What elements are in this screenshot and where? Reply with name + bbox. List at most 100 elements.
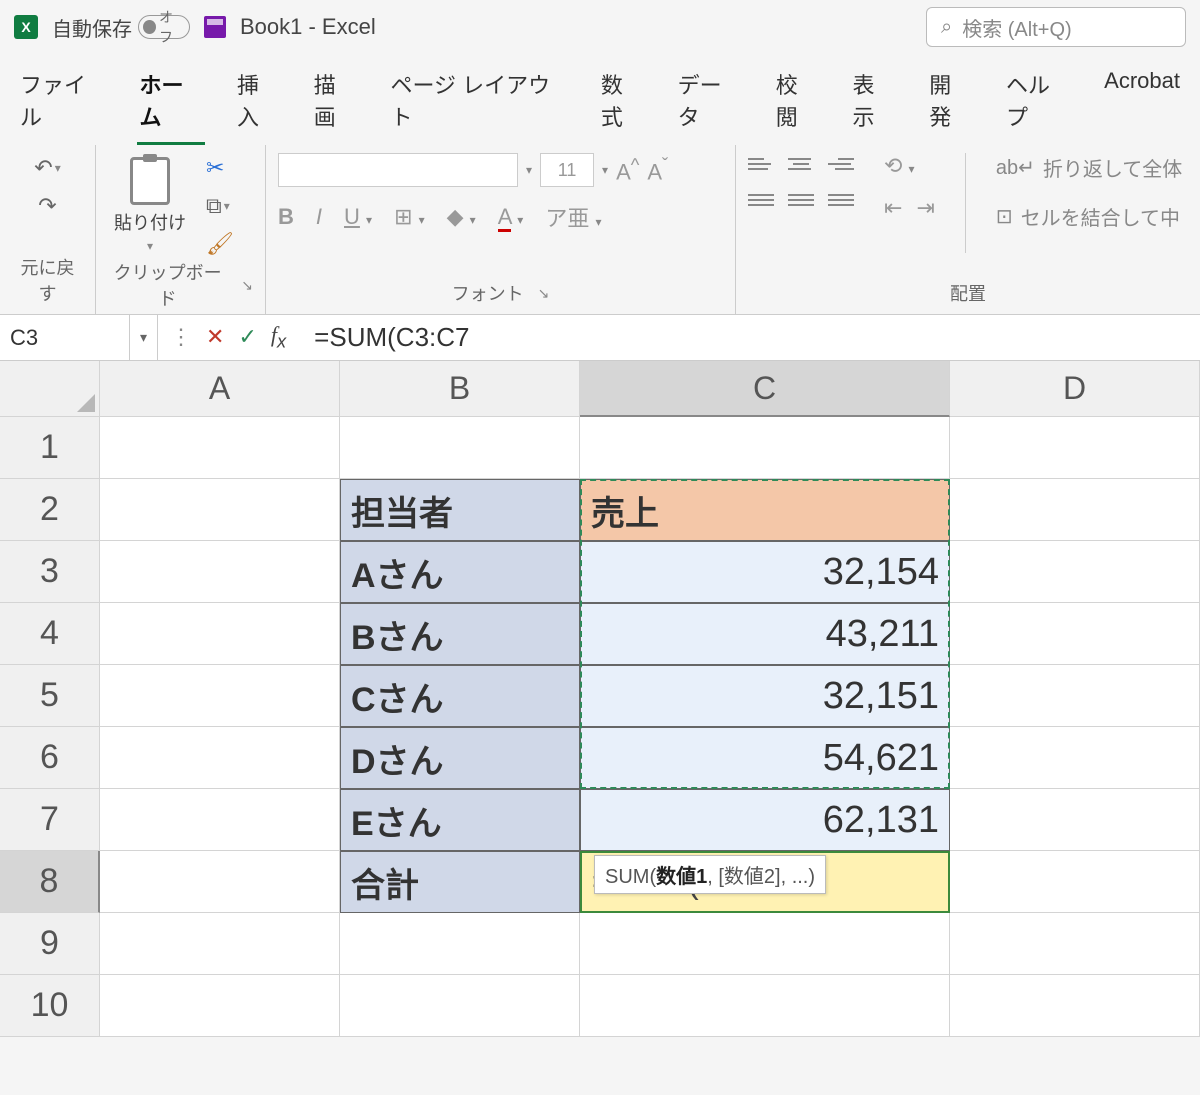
cell-b4[interactable]: Bさん — [340, 603, 580, 665]
cell-d8[interactable] — [950, 851, 1200, 913]
col-head-a[interactable]: A — [100, 361, 340, 417]
row-head-1[interactable]: 1 — [0, 417, 100, 479]
cell-c3[interactable]: 32,154 — [580, 541, 950, 603]
undo-button[interactable]: ↶▾ — [30, 153, 64, 183]
search-input[interactable]: ⌕ 検索 (Alt+Q) — [926, 7, 1186, 47]
cell-d9[interactable] — [950, 913, 1200, 975]
cell-c2[interactable]: 売上 — [580, 479, 950, 541]
tab-acrobat[interactable]: Acrobat — [1102, 64, 1182, 145]
font-size-select[interactable]: 11 — [540, 153, 594, 187]
cell-b7[interactable]: Eさん — [340, 789, 580, 851]
decrease-font-icon[interactable]: Aˇ — [647, 154, 668, 185]
cell-a1[interactable] — [100, 417, 340, 479]
row-head-8[interactable]: 8 — [0, 851, 100, 913]
worksheet[interactable]: A B C D 1 2 担当者 売上 3 Aさん 32,154 4 Bさん 43… — [0, 361, 1200, 1037]
font-launcher-icon[interactable]: ↘ — [538, 285, 550, 302]
cell-d3[interactable] — [950, 541, 1200, 603]
cell-b3[interactable]: Aさん — [340, 541, 580, 603]
name-box[interactable]: C3 — [0, 315, 130, 360]
auto-save-toggle[interactable]: 自動保存 オフ — [52, 13, 190, 42]
cell-c4[interactable]: 43,211 — [580, 603, 950, 665]
cell-d6[interactable] — [950, 727, 1200, 789]
fill-color-button[interactable]: ◆ ▾ — [447, 204, 476, 230]
row-head-7[interactable]: 7 — [0, 789, 100, 851]
row-head-6[interactable]: 6 — [0, 727, 100, 789]
cell-c9[interactable] — [580, 913, 950, 975]
cell-b10[interactable] — [340, 975, 580, 1037]
cell-b1[interactable] — [340, 417, 580, 479]
clipboard-launcher-icon[interactable]: ↘ — [241, 277, 253, 294]
italic-button[interactable]: I — [316, 204, 322, 230]
tab-insert[interactable]: 挿入 — [235, 64, 282, 145]
save-icon[interactable] — [204, 16, 226, 38]
row-head-4[interactable]: 4 — [0, 603, 100, 665]
col-head-d[interactable]: D — [950, 361, 1200, 417]
row-head-10[interactable]: 10 — [0, 975, 100, 1037]
bold-button[interactable]: B — [278, 204, 294, 230]
cell-a7[interactable] — [100, 789, 340, 851]
cell-c7[interactable]: 62,131 — [580, 789, 950, 851]
col-head-c[interactable]: C — [580, 361, 950, 417]
cell-b5[interactable]: Cさん — [340, 665, 580, 727]
cell-c1[interactable] — [580, 417, 950, 479]
tab-file[interactable]: ファイル — [18, 64, 107, 145]
cell-a4[interactable] — [100, 603, 340, 665]
row-head-2[interactable]: 2 — [0, 479, 100, 541]
copy-button[interactable]: ⧉▾ — [202, 191, 238, 221]
cell-a6[interactable] — [100, 727, 340, 789]
merge-cells-button[interactable]: ⊡セルを結合して中 — [996, 202, 1182, 231]
formula-input[interactable]: =SUM(C3:C7 — [298, 322, 1200, 353]
tab-formulas[interactable]: 数式 — [599, 64, 646, 145]
row-head-5[interactable]: 5 — [0, 665, 100, 727]
cell-d2[interactable] — [950, 479, 1200, 541]
cell-a9[interactable] — [100, 913, 340, 975]
cell-a3[interactable] — [100, 541, 340, 603]
cell-d1[interactable] — [950, 417, 1200, 479]
toggle-icon[interactable]: オフ — [138, 15, 190, 39]
cell-a2[interactable] — [100, 479, 340, 541]
cell-a8[interactable] — [100, 851, 340, 913]
cell-c5[interactable]: 32,151 — [580, 665, 950, 727]
font-name-select[interactable] — [278, 153, 518, 187]
row-head-3[interactable]: 3 — [0, 541, 100, 603]
cut-button[interactable]: ✂ — [202, 153, 238, 183]
increase-indent-button[interactable]: ⇥ — [916, 195, 934, 221]
cell-d4[interactable] — [950, 603, 1200, 665]
font-color-button[interactable]: A ▾ — [498, 204, 524, 230]
tab-help[interactable]: ヘルプ — [1004, 64, 1072, 145]
increase-font-icon[interactable]: A^ — [616, 154, 639, 185]
insert-function-button[interactable]: fx — [271, 322, 286, 352]
col-head-b[interactable]: B — [340, 361, 580, 417]
phonetic-button[interactable]: ア亜 ▾ — [545, 201, 601, 233]
tab-home[interactable]: ホーム — [137, 64, 204, 145]
cell-a10[interactable] — [100, 975, 340, 1037]
border-button[interactable]: ⊞ ▾ — [394, 204, 425, 230]
cell-a5[interactable] — [100, 665, 340, 727]
redo-button[interactable]: ↷ — [34, 191, 60, 221]
decrease-indent-button[interactable]: ⇤ — [884, 195, 902, 221]
row-head-9[interactable]: 9 — [0, 913, 100, 975]
cell-d5[interactable] — [950, 665, 1200, 727]
enter-formula-button[interactable]: ✓ — [238, 324, 256, 350]
tab-page-layout[interactable]: ページ レイアウト — [388, 64, 568, 145]
tab-draw[interactable]: 描画 — [312, 64, 359, 145]
cell-c6[interactable]: 54,621 — [580, 727, 950, 789]
tab-developer[interactable]: 開発 — [927, 64, 974, 145]
orientation-button[interactable]: ⟲ ▾ — [884, 153, 935, 179]
format-painter-button[interactable]: 🖌 — [202, 229, 238, 259]
cell-b8[interactable]: 合計 — [340, 851, 580, 913]
cancel-formula-button[interactable]: ✕ — [206, 324, 224, 350]
tab-review[interactable]: 校閲 — [774, 64, 821, 145]
name-box-dropdown-icon[interactable]: ▾ — [130, 315, 158, 360]
cell-c10[interactable] — [580, 975, 950, 1037]
underline-button[interactable]: U ▾ — [344, 204, 372, 230]
cell-d7[interactable] — [950, 789, 1200, 851]
tab-data[interactable]: データ — [676, 64, 744, 145]
cell-b9[interactable] — [340, 913, 580, 975]
wrap-text-button[interactable]: ab↵折り返して全体 — [996, 153, 1182, 182]
alignment-buttons[interactable] — [748, 153, 854, 215]
cell-d10[interactable] — [950, 975, 1200, 1037]
tab-view[interactable]: 表示 — [851, 64, 898, 145]
cell-b2[interactable]: 担当者 — [340, 479, 580, 541]
select-all-corner[interactable] — [0, 361, 100, 417]
